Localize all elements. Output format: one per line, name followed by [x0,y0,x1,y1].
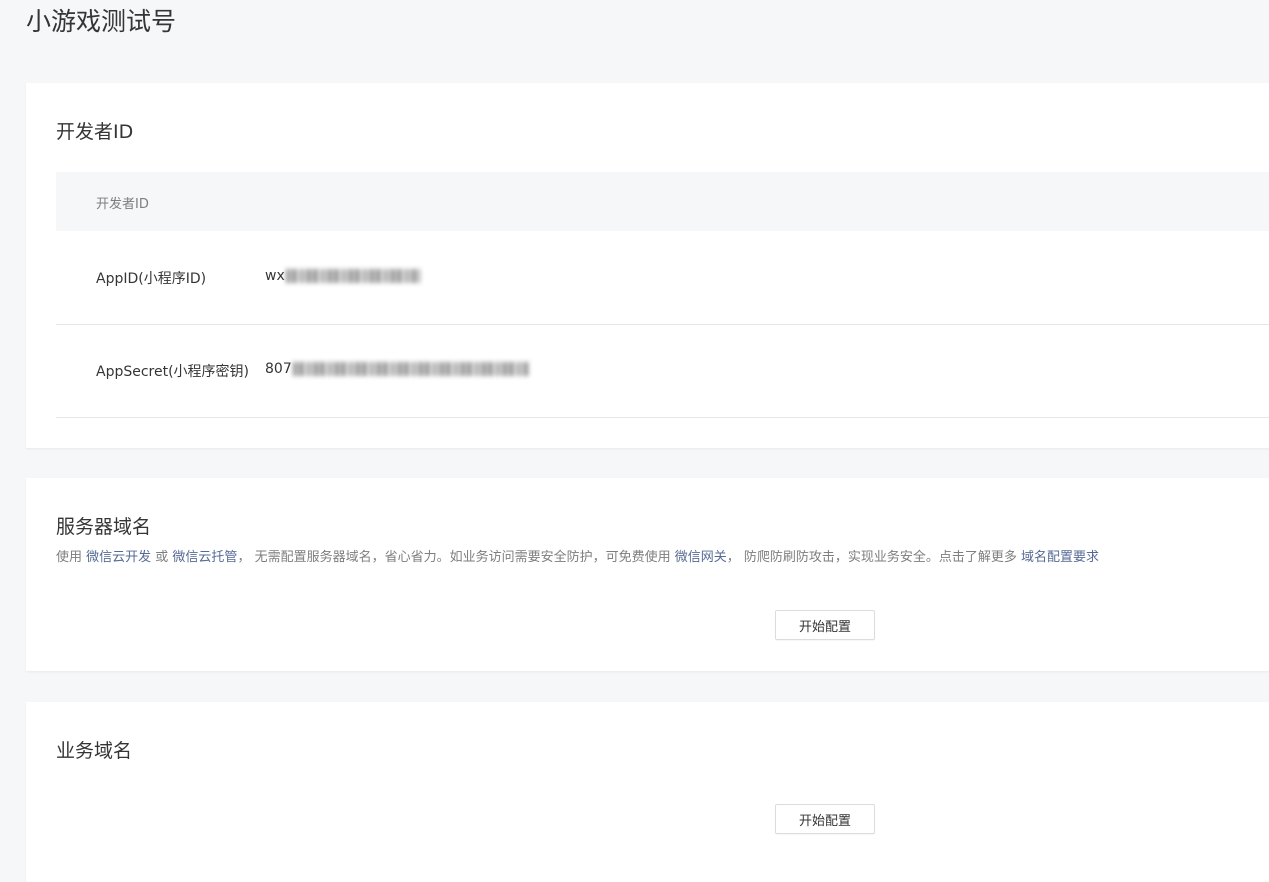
desc-text-3: ， 无需配置服务器域名，省心省力。如业务访问需要安全防护，可免费使用 [237,550,675,565]
server-domain-description: 使用 微信云开发 或 微信云托管， 无需配置服务器域名，省心省力。如业务访问需要… [56,546,1099,565]
appid-label: AppID(小程序ID) [96,271,207,287]
appid-value: wx [265,268,420,284]
wechat-gateway-link[interactable]: 微信网关 [675,550,727,565]
domain-config-requirements-link[interactable]: 域名配置要求 [1021,550,1099,565]
appid-value-prefix: wx [265,268,285,284]
desc-text-2: 或 [151,550,173,565]
page-title: 小游戏测试号 [26,7,177,36]
wechat-cloud-hosting-link[interactable]: 微信云托管 [172,550,237,565]
appsecret-value-prefix: 807 [265,361,292,377]
appid-redacted-mosaic [285,269,420,283]
desc-text-4: ， 防爬防刷防攻击，实现业务安全。点击了解更多 [726,550,1021,565]
wechat-cloud-dev-link[interactable]: 微信云开发 [86,550,151,565]
developer-id-card: 开发者ID 开发者ID AppID(小程序ID) wx AppSecret(小程… [26,83,1269,448]
developer-id-title: 开发者ID [56,121,134,143]
appid-row: AppID(小程序ID) wx [56,232,1269,325]
business-domain-start-config-button[interactable]: 开始配置 [775,804,875,834]
appsecret-value: 807 [265,361,529,377]
developer-id-table-header: 开发者ID [56,172,1269,231]
appsecret-redacted-mosaic [292,362,529,376]
desc-text-1: 使用 [56,550,87,565]
business-domain-card: 业务域名 开始配置 [26,702,1269,882]
appsecret-label: AppSecret(小程序密钥) [96,364,250,380]
appsecret-row: AppSecret(小程序密钥) 807 [56,325,1269,418]
table-header-label: 开发者ID [96,197,149,212]
server-domain-start-config-button[interactable]: 开始配置 [775,610,875,640]
business-domain-title: 业务域名 [56,740,133,762]
server-domain-title: 服务器域名 [56,516,152,538]
server-domain-card: 服务器域名 使用 微信云开发 或 微信云托管， 无需配置服务器域名，省心省力。如… [26,478,1269,671]
